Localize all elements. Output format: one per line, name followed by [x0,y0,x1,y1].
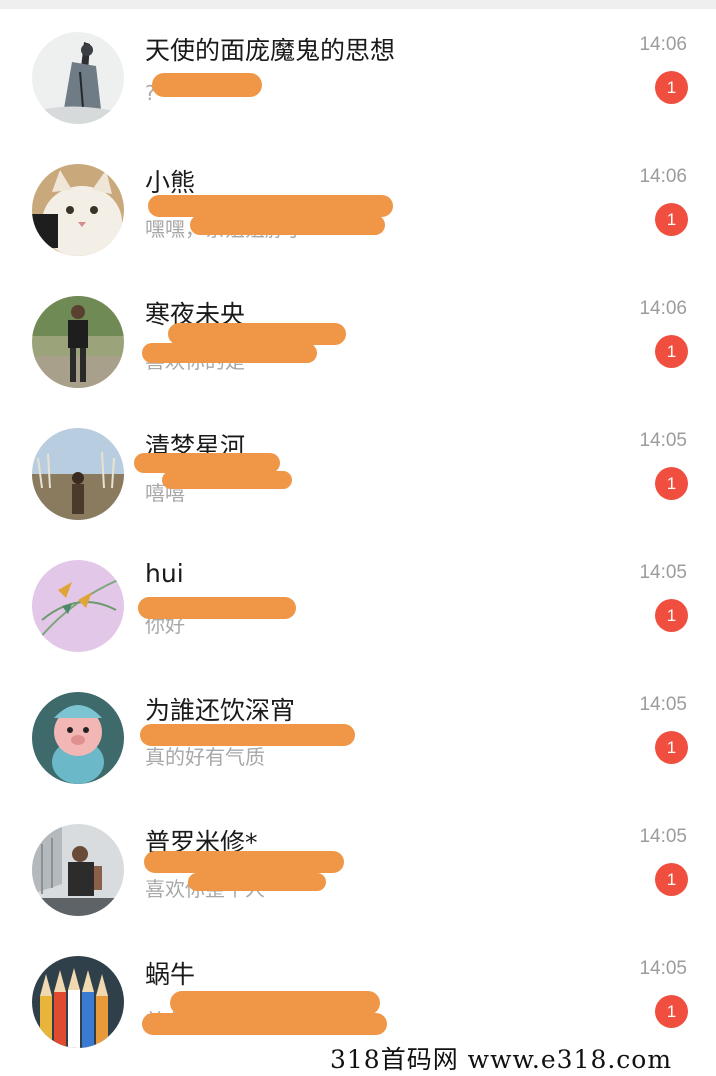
conversation-item[interactable]: hui 你好 14:05 1 [0,537,716,669]
message-time: 14:05 [639,694,687,715]
conversation-item[interactable]: 天使的面庞魔鬼的思想 ? 14:06 1 [0,9,716,141]
avatar[interactable] [32,164,124,256]
redaction-mark [142,1013,387,1035]
message-time: 14:05 [639,958,687,979]
unread-badge: 1 [655,71,688,104]
message-time: 14:05 [639,430,687,451]
redaction-mark [140,724,355,746]
message-time: 14:06 [639,298,687,319]
athletic-man-icon [32,824,124,916]
pink-flower-painting-icon [32,560,124,652]
unread-badge: 1 [655,731,688,764]
ink-painting-figure-icon [32,32,124,124]
conversation-item[interactable]: 寒夜未央 喜欢你的是 14:06 1 [0,273,716,405]
conversation-item[interactable]: 小熊 嘿嘿，亲姐姐脖子 14:06 1 [0,141,716,273]
watermark-text: 318首码网 www.e318.com [330,1045,673,1074]
avatar[interactable] [32,428,124,520]
unread-badge: 1 [655,203,688,236]
message-time: 14:06 [639,34,687,55]
message-time: 14:05 [639,826,687,847]
redaction-mark [188,873,326,891]
contact-name: hui [145,559,184,588]
unread-badge: 1 [655,335,688,368]
redaction-mark [162,471,292,489]
top-divider [0,0,716,9]
conversation-list: 天使的面庞魔鬼的思想 ? 14:06 1 小熊 嘿嘿，亲姐姐脖子 14:06 1 [0,9,716,1065]
avatar[interactable] [32,692,124,784]
conversation-item[interactable]: 清梦星河 嘻嘻 14:05 1 [0,405,716,537]
cartoon-pig-icon [32,692,124,784]
man-standing-icon [32,296,124,388]
conversation-item[interactable]: 为誰还饮深宵 真的好有气质 14:05 1 [0,669,716,801]
redaction-mark [190,215,385,235]
redaction-mark [168,323,346,345]
avatar[interactable] [32,296,124,388]
unread-badge: 1 [655,995,688,1028]
white-cat-icon [32,164,124,256]
redaction-mark [152,73,262,97]
contact-name: 天使的面庞魔鬼的思想 [145,36,396,65]
message-time: 14:06 [639,166,687,187]
redaction-mark [148,195,393,217]
avatar[interactable] [32,32,124,124]
redaction-mark [142,343,317,363]
avatar[interactable] [32,956,124,1048]
avatar[interactable] [32,824,124,916]
redaction-mark [134,453,280,473]
message-time: 14:05 [639,562,687,583]
woman-in-reeds-icon [32,428,124,520]
unread-badge: 1 [655,863,688,896]
contact-name: 小熊 [145,168,196,197]
redaction-mark [144,851,344,873]
conversation-item[interactable]: 普罗米修* 喜欢你整个人 14:05 1 [0,801,716,933]
avatar[interactable] [32,560,124,652]
redaction-mark [138,597,296,619]
unread-badge: 1 [655,599,688,632]
contact-name: 蜗牛 [145,960,196,989]
unread-badge: 1 [655,467,688,500]
colored-pencils-icon [32,956,124,1048]
redaction-mark [170,991,380,1015]
contact-name: 为誰还饮深宵 [145,696,296,725]
